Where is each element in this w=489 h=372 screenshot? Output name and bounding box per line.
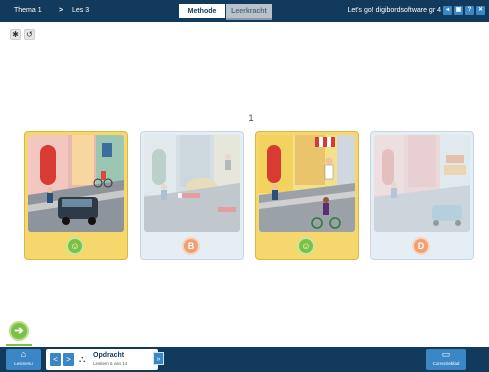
next-button[interactable]: >: [63, 353, 74, 366]
bottom-bar: ⌂ Lesmenu < > ⛬ Opdracht Lesitem 5 van 1…: [0, 347, 489, 372]
smiley-icon: ☺: [66, 237, 84, 255]
sheet-icon: ▭: [441, 349, 451, 359]
answer-card-b[interactable]: B: [140, 131, 244, 260]
breadcrumb-thema[interactable]: Thema 1: [14, 7, 42, 14]
app-title: Let's go! digibordsoftware gr 4: [347, 7, 441, 14]
expand-button[interactable]: »: [153, 352, 164, 365]
help-icon[interactable]: ?: [465, 6, 474, 15]
next-arrow-button[interactable]: ➔: [9, 321, 29, 341]
breadcrumb-separator: >: [59, 7, 64, 14]
divider: [6, 344, 32, 346]
lesson-item-counter: Lesitem 5 van 14: [93, 361, 128, 366]
correction-sheet-button[interactable]: ▭ Correctieblad: [426, 349, 466, 370]
back-icon[interactable]: ◂: [443, 6, 452, 15]
answer-card-d[interactable]: D: [370, 131, 474, 260]
close-icon[interactable]: ✕: [476, 6, 485, 15]
app-window: Thema 1 > Les 3 Methode Leerkracht Let's…: [0, 0, 489, 372]
page-number: 1: [248, 113, 254, 123]
previous-button[interactable]: <: [50, 353, 61, 366]
correction-sheet-label: Correctieblad: [432, 361, 460, 366]
lesson-menu-label: Lesmenu: [14, 361, 33, 366]
home-icon: ⌂: [20, 349, 27, 359]
street-scene-illustration: [259, 135, 355, 232]
settings-icon[interactable]: ✱: [10, 29, 21, 40]
street-scene-illustration: [374, 135, 470, 232]
activity-title: Opdracht: [93, 352, 125, 359]
answer-option-d: D: [412, 237, 430, 255]
lesson-menu-button[interactable]: ⌂ Lesmenu: [6, 349, 41, 370]
window-icon[interactable]: ▣: [454, 6, 463, 15]
street-scene-illustration: [28, 135, 124, 232]
smiley-icon: ☺: [297, 237, 315, 255]
street-scene-illustration: [144, 135, 240, 232]
breadcrumb-les[interactable]: Les 3: [72, 7, 89, 14]
tab-leerkracht[interactable]: Leerkracht: [226, 4, 272, 20]
answer-card-c[interactable]: ☺: [255, 131, 359, 260]
lesson-navigator: < > ⛬ Opdracht Lesitem 5 van 14: [46, 349, 158, 370]
top-bar: Thema 1 > Les 3 Methode Leerkracht Let's…: [0, 0, 489, 22]
undo-icon[interactable]: ↺: [24, 29, 35, 40]
tab-methode[interactable]: Methode: [179, 4, 225, 20]
answer-card-a[interactable]: ☺: [24, 131, 128, 260]
group-icon: ⛬: [79, 354, 86, 364]
answer-option-b: B: [182, 237, 200, 255]
